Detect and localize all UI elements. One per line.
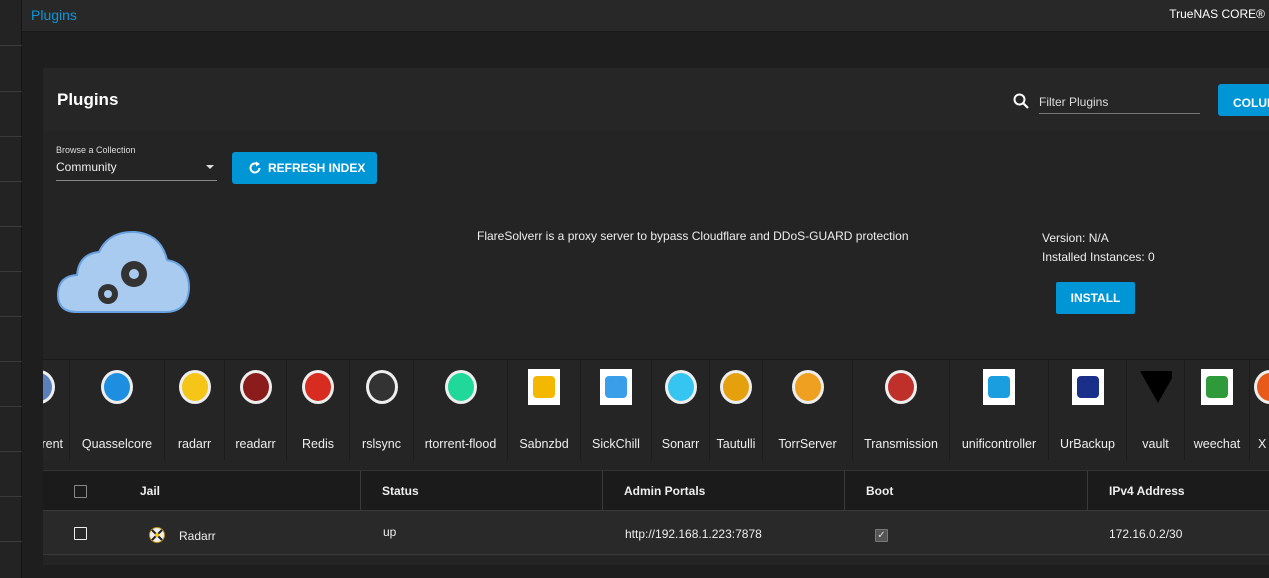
- plugin-name: rslsync: [362, 437, 401, 451]
- column-ipv4[interactable]: IPv4 Address: [1088, 471, 1269, 511]
- refresh-label: REFRESH INDEX: [268, 161, 366, 175]
- plugin-name: radarr: [177, 437, 212, 451]
- top-bar: Plugins TrueNAS CORE®: [22, 0, 1269, 32]
- redis-icon: [302, 370, 334, 404]
- plugin-name: rtorrent-flood: [424, 437, 497, 451]
- plugin-tile[interactable]: rslsync: [350, 360, 414, 460]
- plugin-name: unificontroller: [961, 437, 1037, 451]
- brand-label: TrueNAS CORE®: [1169, 7, 1265, 21]
- sonarr-icon: [664, 370, 697, 404]
- plugin-name: Quasselcore: [81, 437, 153, 451]
- plugin-tile[interactable]: readarr: [225, 360, 287, 460]
- plugin-carousel[interactable]: rent Quasselcore radarr readarr Redis rslsync…: [43, 359, 1269, 460]
- plugin-name: Sonarr: [661, 437, 700, 451]
- flood-icon: [444, 370, 477, 404]
- plugin-tile[interactable]: Tautulli: [710, 360, 763, 460]
- boot-checkbox[interactable]: ✓: [875, 529, 888, 542]
- refresh-index-button[interactable]: REFRESH INDEX: [232, 152, 377, 184]
- sabnzbd-icon: [528, 369, 560, 405]
- filter-plugins-input[interactable]: Filter Plugins: [1039, 94, 1200, 114]
- weechat-icon: [1201, 369, 1233, 405]
- installed-instances: Installed Instances: 0: [1042, 250, 1155, 264]
- plugin-tile[interactable]: UrBackup: [1049, 360, 1127, 460]
- plugin-cloud-icon: [57, 230, 191, 313]
- plugin-name: Tautulli: [716, 437, 756, 451]
- plugin-name: vault: [1142, 437, 1169, 451]
- breadcrumb[interactable]: Plugins: [31, 7, 77, 23]
- collection-value: Community: [56, 160, 117, 174]
- plugin-description: FlareSolverr is a proxy server to bypass…: [477, 229, 909, 243]
- plugin-name: Transmission: [864, 437, 938, 451]
- plugin-name: rent: [43, 437, 63, 451]
- columns-button[interactable]: COLUMNS: [1218, 84, 1269, 116]
- column-jail[interactable]: Jail: [140, 471, 361, 511]
- plugin-tile[interactable]: Redis: [287, 360, 350, 460]
- plugin-name: weechat: [1193, 437, 1241, 451]
- plugin-name: SickChill: [592, 437, 640, 451]
- plugin-name: Redis: [302, 437, 334, 451]
- row-checkbox[interactable]: [74, 527, 87, 540]
- table-row[interactable]: Radarr up http://192.168.1.223:7878 ✓ 17…: [43, 511, 1269, 555]
- plugin-name: Sabnzbd: [519, 437, 569, 451]
- jail-name[interactable]: Radarr: [179, 529, 216, 543]
- plugin-tile[interactable]: vault: [1127, 360, 1185, 460]
- plugin-version: Version: N/A: [1042, 231, 1109, 245]
- plugin-tile[interactable]: Sonarr: [652, 360, 710, 460]
- plugin-name: UrBackup: [1060, 437, 1115, 451]
- plugin-tile[interactable]: rtorrent-flood: [414, 360, 508, 460]
- plugin-tile[interactable]: unificontroller: [950, 360, 1049, 460]
- search-icon: [1013, 93, 1029, 109]
- collection-label: Browse a Collection: [56, 145, 136, 155]
- plugin-tile[interactable]: radarr: [165, 360, 225, 460]
- plugin-name: TorrServer: [778, 437, 837, 451]
- plugin-tile[interactable]: Transmission: [853, 360, 950, 460]
- install-button[interactable]: INSTALL: [1056, 282, 1135, 314]
- plugins-card: Plugins Filter Plugins COLUMNS Browse a …: [43, 68, 1269, 565]
- column-status[interactable]: Status: [361, 471, 603, 511]
- refresh-icon: [249, 161, 261, 174]
- jail-status: up: [383, 525, 397, 539]
- qbittorrent-icon: [43, 370, 55, 404]
- readarr-icon: [239, 370, 272, 404]
- transmission-icon: [885, 370, 917, 404]
- rslsync-icon: [365, 370, 398, 404]
- plugin-tile[interactable]: X: [1250, 360, 1269, 460]
- vault-icon: [1139, 371, 1172, 403]
- column-boot[interactable]: Boot: [845, 471, 1088, 511]
- plugin-name: readarr: [235, 437, 276, 451]
- table-header: Jail Status Admin Portals Boot IPv4 Addr…: [43, 470, 1269, 511]
- sidebar: [0, 0, 22, 578]
- torrserver-icon: [791, 370, 824, 404]
- quassel-icon: [101, 370, 133, 404]
- plugin-tile[interactable]: weechat: [1185, 360, 1250, 460]
- plugin-icon: [1253, 370, 1269, 404]
- select-all-checkbox[interactable]: [74, 485, 87, 498]
- sickchill-icon: [600, 369, 632, 405]
- plugin-name: X: [1258, 437, 1267, 451]
- radarr-icon: [178, 370, 211, 404]
- radarr-icon: [149, 527, 165, 543]
- plugin-tile[interactable]: Sabnzbd: [508, 360, 581, 460]
- unifi-icon: [983, 369, 1015, 405]
- collection-select[interactable]: Community: [56, 160, 217, 181]
- ipv4-address: 172.16.0.2/30: [1109, 527, 1183, 541]
- page-title: Plugins: [57, 90, 119, 109]
- plugin-tile[interactable]: Quasselcore: [70, 360, 165, 460]
- tautulli-icon: [720, 370, 752, 404]
- plugin-tile[interactable]: TorrServer: [763, 360, 853, 460]
- plugin-tile[interactable]: SickChill: [581, 360, 652, 460]
- urbackup-icon: [1071, 369, 1104, 405]
- admin-portal-link[interactable]: http://192.168.1.223:7878: [625, 527, 762, 541]
- chevron-down-icon: [206, 165, 214, 169]
- plugin-tile[interactable]: rent: [43, 360, 70, 460]
- column-admin-portals[interactable]: Admin Portals: [603, 471, 845, 511]
